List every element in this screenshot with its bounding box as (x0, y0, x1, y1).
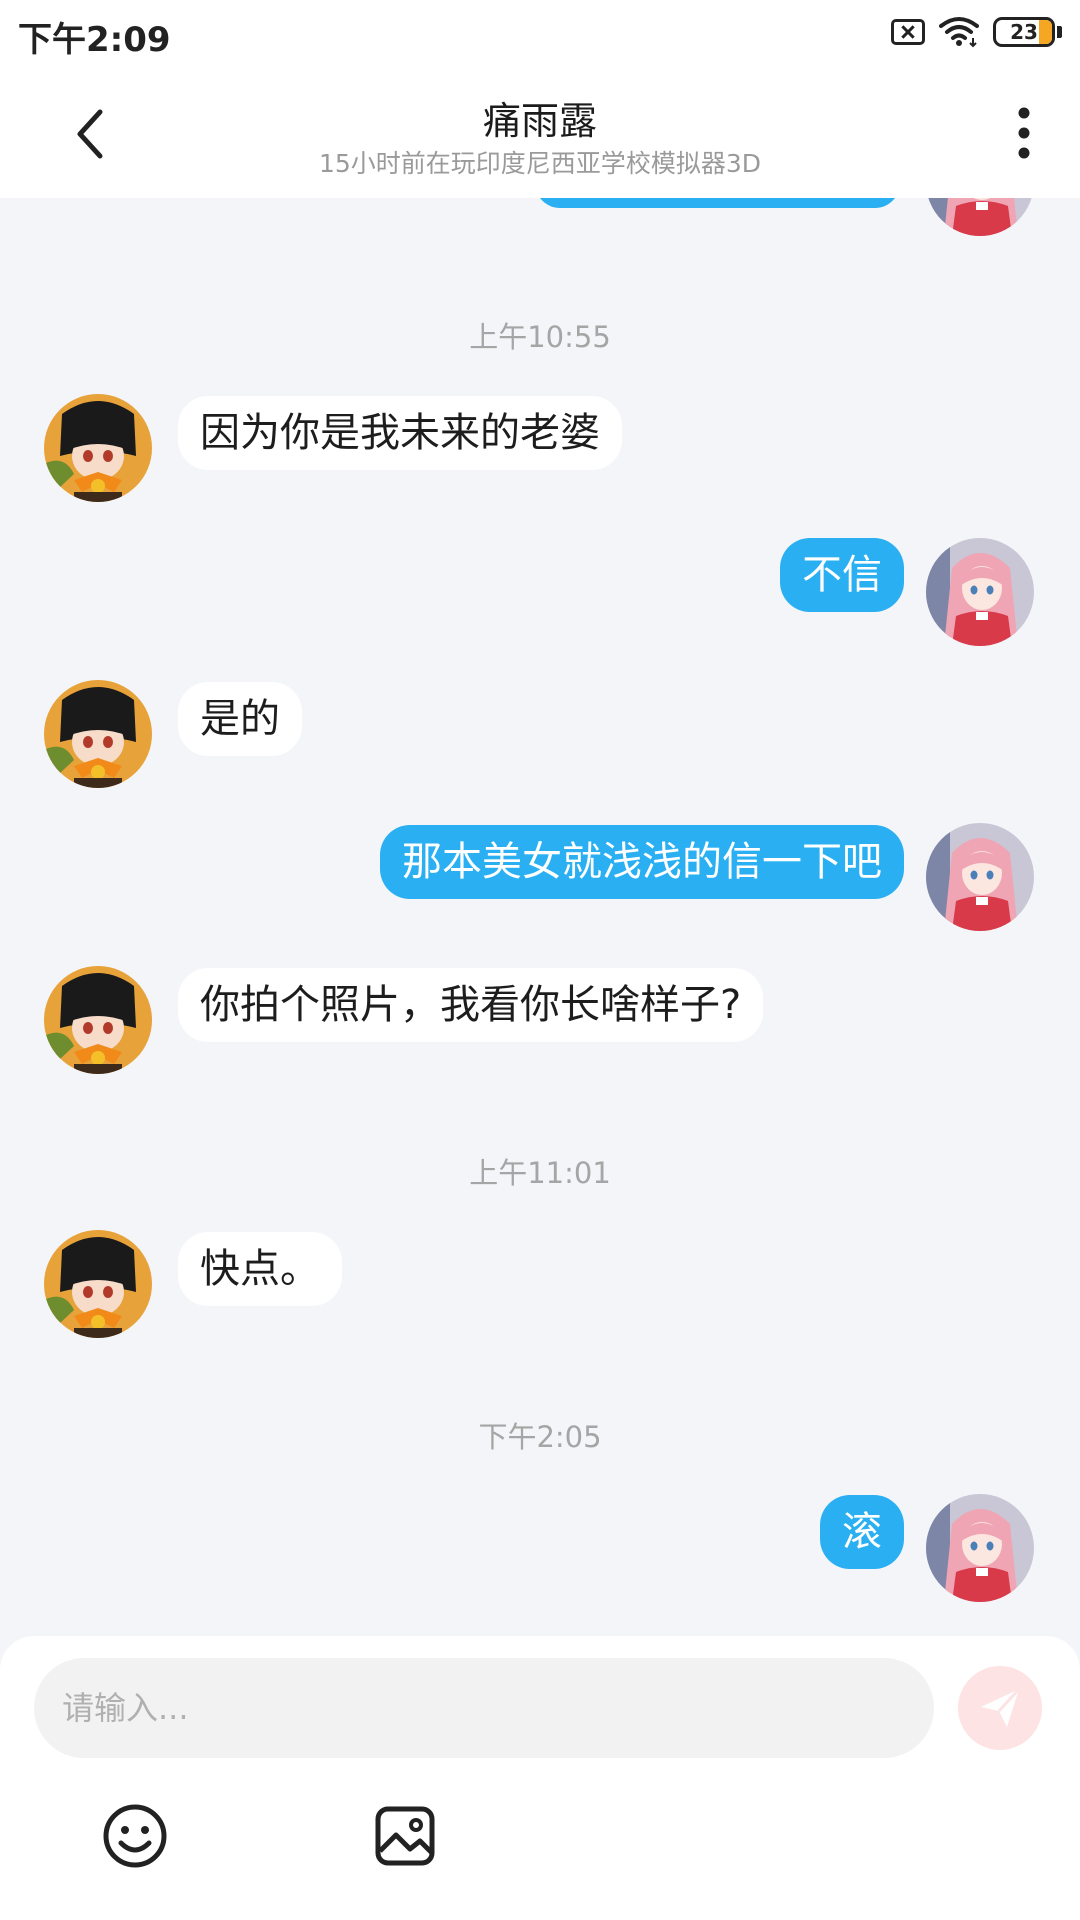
timestamp: 上午11:01 (469, 1156, 611, 1190)
battery-icon: 23 (993, 17, 1055, 47)
page-subtitle: 15小时前在玩印度尼西亚学校模拟器3D (319, 149, 761, 178)
emoji-button[interactable] (100, 1801, 170, 1871)
message-bubble-incoming: 是的 (178, 682, 302, 756)
contact-avatar[interactable] (44, 1230, 152, 1338)
battery-text: 23 (1010, 20, 1038, 44)
sim-off-icon (891, 19, 925, 45)
message-bubble-outgoing: 不信 (780, 538, 904, 612)
message-bubble-incoming: 快点。 (178, 1232, 342, 1306)
input-panel (0, 1636, 1080, 1920)
more-vertical-icon (1018, 107, 1030, 159)
my-avatar[interactable] (926, 538, 1034, 646)
send-button[interactable] (958, 1666, 1042, 1750)
contact-avatar[interactable] (44, 394, 152, 502)
more-options-button[interactable] (996, 100, 1052, 166)
message-input[interactable] (34, 1658, 934, 1758)
status-icons: 23 (891, 16, 1062, 48)
contact-avatar[interactable] (44, 680, 152, 788)
contact-avatar[interactable] (44, 966, 152, 1074)
my-avatar[interactable] (926, 198, 1034, 236)
status-bar: 下午2:09 23 (0, 0, 1080, 68)
status-time: 下午2:09 (18, 20, 171, 60)
my-avatar[interactable] (926, 823, 1034, 931)
message-bubble-outgoing: 那本美女就浅浅的信一下吧 (380, 825, 904, 899)
timestamp: 上午10:55 (469, 320, 611, 354)
battery-cap (1057, 26, 1062, 38)
message-list[interactable]: 上午10:55 因为你是我未来的老婆 不信 是的 那本美女就浅浅的信一下吧 你拍… (0, 198, 1080, 1638)
message-bubble-outgoing: 滚 (820, 1495, 904, 1569)
chat-header: 痛雨露 15小时前在玩印度尼西亚学校模拟器3D (0, 68, 1080, 198)
emoji-icon (103, 1804, 167, 1868)
message-bubble-incoming: 因为你是我未来的老婆 (178, 396, 622, 470)
timestamp: 下午2:05 (478, 1420, 602, 1454)
image-icon (375, 1806, 435, 1866)
send-icon (981, 1687, 1021, 1727)
battery-level-fill (1039, 20, 1052, 44)
partial-message-bubble (535, 198, 900, 208)
my-avatar[interactable] (926, 1494, 1034, 1602)
message-bubble-incoming: 你拍个照片，我看你长啥样子? (178, 968, 764, 1042)
page-title: 痛雨露 (482, 99, 597, 143)
image-button[interactable] (370, 1801, 440, 1871)
wifi-icon (939, 17, 979, 48)
